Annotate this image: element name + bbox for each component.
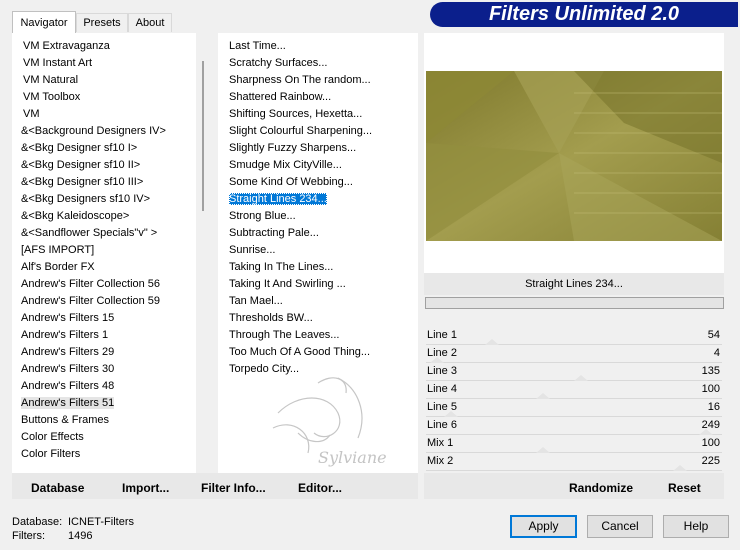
filter-item[interactable]: Slight Colourful Sharpening... — [229, 125, 372, 137]
category-item[interactable]: &<Bkg Designer sf10 I> — [21, 142, 137, 154]
category-item[interactable]: &<Background Designers IV> — [21, 125, 166, 137]
param-label: Line 3 — [427, 365, 457, 377]
category-list[interactable]: VM Extravaganza VM Instant Art VM Natural V… — [12, 33, 196, 473]
preview-image — [426, 71, 722, 241]
filter-item[interactable]: Slightly Fuzzy Sharpens... — [229, 142, 356, 154]
tab-about[interactable]: About — [128, 13, 172, 32]
category-item[interactable]: Andrew's Filters 51 — [21, 397, 115, 409]
param-label: Line 4 — [427, 383, 457, 395]
reset-button[interactable]: Reset — [668, 478, 701, 498]
help-button[interactable]: Help — [663, 515, 729, 538]
filter-item[interactable]: Subtracting Pale... — [229, 227, 319, 239]
filter-item[interactable]: Straight Lines 234... — [229, 193, 327, 205]
category-item[interactable]: VM Natural — [23, 74, 78, 86]
database-button[interactable]: Database — [31, 478, 84, 498]
param-value[interactable]: 54 — [708, 329, 720, 341]
filter-info-button[interactable]: Filter Info... — [201, 478, 266, 498]
param-value[interactable]: 16 — [708, 401, 720, 413]
filter-item[interactable]: Tan Mael... — [229, 295, 283, 307]
category-item[interactable]: &<Sandflower Specials"v" > — [21, 227, 157, 239]
category-item[interactable]: Alf's Border FX — [21, 261, 95, 273]
tab-navigator[interactable]: Navigator — [12, 11, 76, 33]
category-item[interactable]: &<Bkg Designer sf10 III> — [21, 176, 143, 188]
param-value[interactable]: 100 — [702, 383, 720, 395]
param-row[interactable]: Line 24 — [426, 345, 722, 363]
category-item[interactable]: Color Effects — [21, 431, 84, 443]
watermark-text: Sylviane — [318, 448, 387, 467]
database-label: Database: — [12, 516, 63, 528]
filters-label: Filters: — [12, 530, 45, 542]
param-row[interactable]: Line 3 135 — [426, 363, 722, 381]
category-item[interactable]: &<Bkg Kaleidoscope> — [21, 210, 129, 222]
param-value[interactable]: 100 — [702, 437, 720, 449]
param-label: Line 6 — [427, 419, 457, 431]
category-item[interactable]: &<Bkg Designers sf10 IV> — [21, 193, 150, 205]
import-button[interactable]: Import... — [122, 478, 169, 498]
category-item[interactable]: Andrew's Filters 29 — [21, 346, 114, 358]
category-item[interactable]: VM Instant Art — [23, 57, 92, 69]
tab-presets[interactable]: Presets — [76, 13, 128, 32]
filter-item[interactable]: Torpedo City... — [229, 363, 299, 375]
param-label: Mix 1 — [427, 437, 454, 449]
app-title-banner: Filters Unlimited 2.0 — [430, 2, 738, 27]
category-item[interactable]: &<Bkg Designer sf10 II> — [21, 159, 140, 171]
filter-item[interactable]: Too Much Of A Good Thing... — [229, 346, 370, 358]
category-item[interactable]: [AFS IMPORT] — [21, 244, 94, 256]
category-item[interactable]: VM — [23, 108, 40, 120]
filter-title: Straight Lines 234... — [424, 273, 724, 295]
param-value[interactable]: 4 — [714, 347, 720, 359]
category-item[interactable]: Buttons & Frames — [21, 414, 109, 426]
filter-item[interactable]: Smudge Mix CityVille... — [229, 159, 342, 171]
filter-item[interactable]: Shifting Sources, Hexetta... — [229, 108, 362, 120]
filter-item[interactable]: Taking It And Swirling ... — [229, 278, 346, 290]
filter-item[interactable]: Scratchy Surfaces... — [229, 57, 327, 69]
category-item[interactable]: Andrew's Filters 30 — [21, 363, 114, 375]
preview-frame — [424, 33, 724, 273]
param-row[interactable]: Line 5 16 — [426, 399, 722, 417]
filter-item[interactable]: Thresholds BW... — [229, 312, 313, 324]
category-item[interactable]: Andrew's Filters 15 — [21, 312, 114, 324]
param-row[interactable]: Mix 2 225 — [426, 453, 722, 471]
database-value: ICNET-Filters — [68, 516, 134, 528]
category-item[interactable]: Color Filters — [21, 448, 80, 460]
filter-item[interactable]: Some Kind Of Webbing... — [229, 176, 353, 188]
filter-item[interactable]: Strong Blue... — [229, 210, 296, 222]
category-scrollbar[interactable] — [196, 33, 210, 473]
param-row[interactable]: Line 1 54 — [426, 327, 722, 345]
editor-button[interactable]: Editor... — [298, 478, 342, 498]
filter-item[interactable]: Last Time... — [229, 40, 286, 52]
filter-list[interactable]: Last Time... Scratchy Surfaces... Sharpnes… — [218, 33, 418, 473]
param-value[interactable]: 225 — [702, 455, 720, 467]
param-value[interactable]: 135 — [702, 365, 720, 377]
apply-button[interactable]: Apply — [510, 515, 577, 538]
randomize-button[interactable]: Randomize — [569, 478, 633, 498]
param-row[interactable]: Line 6 249 — [426, 417, 722, 435]
category-item[interactable]: Andrew's Filter Collection 56 — [21, 278, 160, 290]
param-row[interactable]: Mix 1 100 — [426, 435, 722, 453]
filter-item[interactable]: Taking In The Lines... — [229, 261, 333, 273]
category-item[interactable]: VM Extravaganza — [23, 40, 110, 52]
filter-item[interactable]: Sharpness On The random... — [229, 74, 371, 86]
category-item[interactable]: Andrew's Filters 48 — [21, 380, 114, 392]
param-row[interactable]: Line 4 100 — [426, 381, 722, 399]
param-label: Line 1 — [427, 329, 457, 341]
filters-count: 1496 — [68, 530, 93, 542]
param-label: Mix 2 — [427, 455, 454, 467]
category-item[interactable]: Andrew's Filters 1 — [21, 329, 108, 341]
filter-item[interactable]: Sunrise... — [229, 244, 275, 256]
filter-item[interactable]: Through The Leaves... — [229, 329, 339, 341]
scrollbar-thumb[interactable] — [202, 61, 204, 211]
category-item[interactable]: VM Toolbox — [23, 91, 80, 103]
slider-thumb[interactable] — [673, 465, 687, 471]
cancel-button[interactable]: Cancel — [587, 515, 653, 538]
progress-bar — [425, 297, 724, 309]
category-item[interactable]: Andrew's Filter Collection 59 — [21, 295, 160, 307]
filter-item[interactable]: Shattered Rainbow... — [229, 91, 331, 103]
